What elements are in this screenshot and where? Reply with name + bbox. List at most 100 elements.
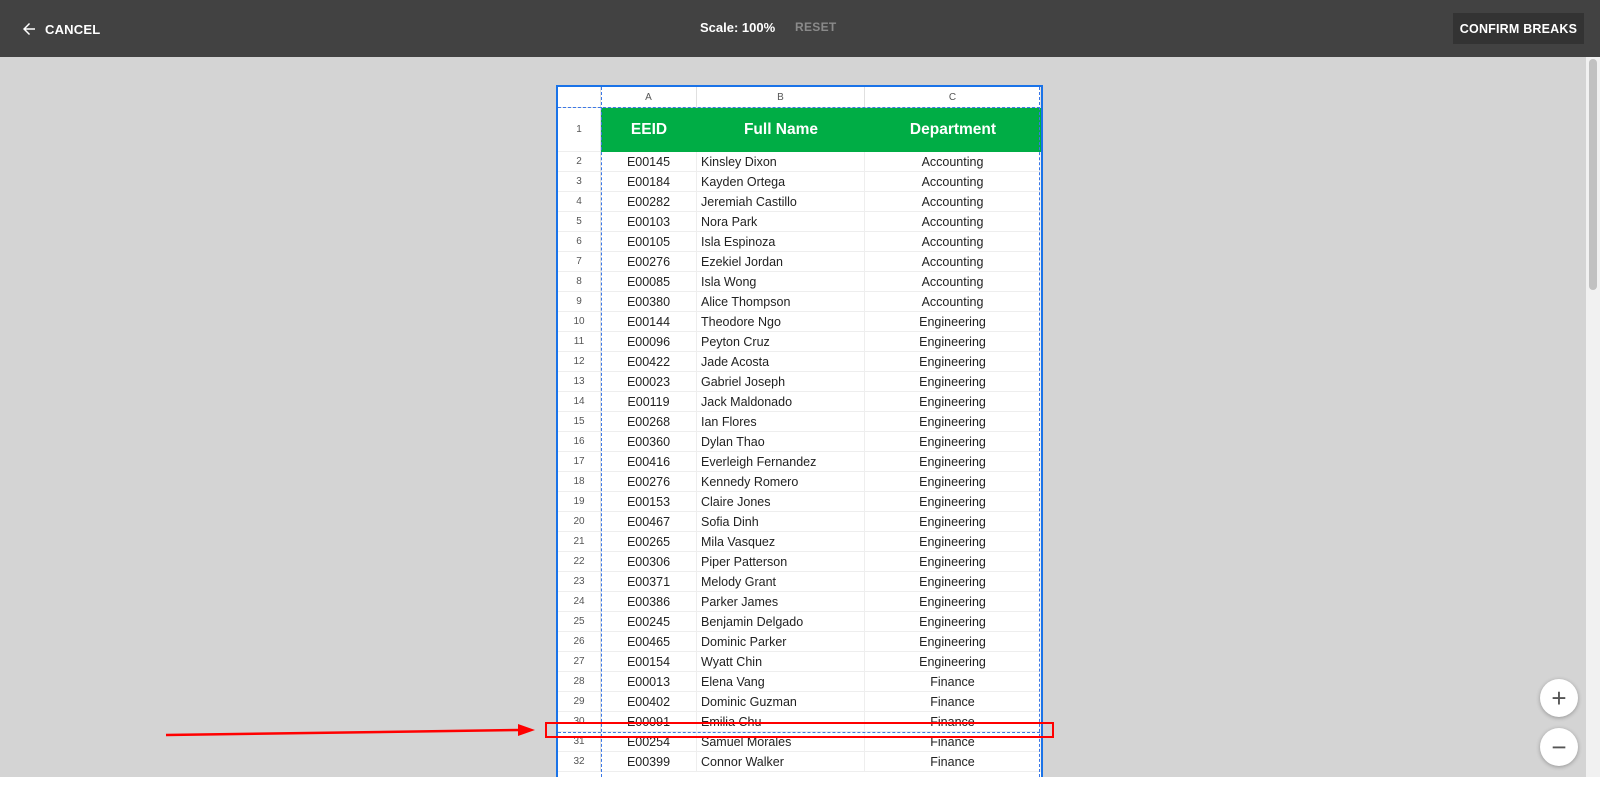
cell-eeid: E00465: [601, 632, 697, 652]
cell-eeid: E00360: [601, 432, 697, 452]
cell-full-name: Claire Jones: [697, 492, 865, 512]
zoom-out-button[interactable]: −: [1540, 728, 1578, 766]
cell-eeid: E00153: [601, 492, 697, 512]
cell-department: Engineering: [865, 312, 1041, 332]
column-header-c: C: [865, 87, 1041, 108]
cell-department: Accounting: [865, 252, 1041, 272]
row-header: 20: [558, 512, 601, 532]
cell-eeid: E00399: [601, 752, 697, 772]
row-header: 10: [558, 312, 601, 332]
cell-eeid: E00105: [601, 232, 697, 252]
row-header: 18: [558, 472, 601, 492]
cell-eeid: E00380: [601, 292, 697, 312]
confirm-breaks-button[interactable]: CONFIRM BREAKS: [1453, 13, 1584, 44]
cell-eeid: E00103: [601, 212, 697, 232]
page-break-left[interactable]: [601, 87, 602, 785]
row-header: 19: [558, 492, 601, 512]
cell-full-name: Kayden Ortega: [697, 172, 865, 192]
cell-full-name: Dylan Thao: [697, 432, 865, 452]
cell-eeid: E00416: [601, 452, 697, 472]
reset-button[interactable]: RESET: [795, 20, 837, 34]
cell-eeid: E00154: [601, 652, 697, 672]
cell-full-name: Jack Maldonado: [697, 392, 865, 412]
cell-eeid: E00144: [601, 312, 697, 332]
cell-full-name: Ian Flores: [697, 412, 865, 432]
cell-full-name: Kinsley Dixon: [697, 152, 865, 172]
corner-header: [558, 87, 601, 108]
cell-eeid: E00145: [601, 152, 697, 172]
cell-eeid: E00402: [601, 692, 697, 712]
row-header: 12: [558, 352, 601, 372]
cell-eeid: E00422: [601, 352, 697, 372]
header-full-name: Full Name: [743, 121, 819, 138]
row-header: 6: [558, 232, 601, 252]
cell-full-name: Peyton Cruz: [697, 332, 865, 352]
cell-department: Engineering: [865, 532, 1041, 552]
cell-full-name: Theodore Ngo: [697, 312, 865, 332]
cell-eeid: E00245: [601, 612, 697, 632]
row-header: 22: [558, 552, 601, 572]
cell-full-name: Dominic Parker: [697, 632, 865, 652]
zoom-in-button[interactable]: +: [1540, 679, 1578, 717]
cell-full-name: Piper Patterson: [697, 552, 865, 572]
cell-eeid: E00276: [601, 472, 697, 492]
cell-eeid: E00371: [601, 572, 697, 592]
cell-full-name: Jade Acosta: [697, 352, 865, 372]
cell-department: Engineering: [865, 512, 1041, 532]
row-header: 15: [558, 412, 601, 432]
cancel-button[interactable]: CANCEL: [20, 18, 100, 40]
row-header: 28: [558, 672, 601, 692]
cell-full-name: Sofia Dinh: [697, 512, 865, 532]
row-header: 3: [558, 172, 601, 192]
cell-department: Engineering: [865, 432, 1041, 452]
row-header: 25: [558, 612, 601, 632]
annotation-highlight-box: [545, 722, 1054, 738]
print-preview-sheet: A B C 1 EEID Full Name Department 2 E0014…: [556, 85, 1043, 785]
cell-department: Accounting: [865, 292, 1041, 312]
cell-department: Accounting: [865, 172, 1041, 192]
vertical-scrollbar[interactable]: [1586, 57, 1600, 777]
cell-eeid: E00268: [601, 412, 697, 432]
cell-full-name: Dominic Guzman: [697, 692, 865, 712]
row-header: 2: [558, 152, 601, 172]
row-header: 23: [558, 572, 601, 592]
cell-department: Engineering: [865, 392, 1041, 412]
cell-full-name: Nora Park: [697, 212, 865, 232]
header-eeid: EEID: [630, 121, 668, 138]
cell-department: Finance: [865, 752, 1041, 772]
cell-department: Accounting: [865, 212, 1041, 232]
cell-eeid: E00467: [601, 512, 697, 532]
cell-department: Engineering: [865, 372, 1041, 392]
cell-department: Engineering: [865, 612, 1041, 632]
row-header: 1: [558, 108, 601, 152]
cell-department: Engineering: [865, 332, 1041, 352]
row-header: 9: [558, 292, 601, 312]
row-header: 27: [558, 652, 601, 672]
cell-full-name: Elena Vang: [697, 672, 865, 692]
cell-eeid: E00386: [601, 592, 697, 612]
scrollbar-thumb[interactable]: [1589, 59, 1597, 290]
table-header-row: EEID Full Name Department: [601, 108, 1041, 152]
cell-full-name: Gabriel Joseph: [697, 372, 865, 392]
cell-eeid: E00119: [601, 392, 697, 412]
cell-department: Engineering: [865, 452, 1041, 472]
cell-department: Engineering: [865, 552, 1041, 572]
cell-eeid: E00306: [601, 552, 697, 572]
row-header: 17: [558, 452, 601, 472]
cell-department: Accounting: [865, 272, 1041, 292]
bottom-bar: [0, 777, 1600, 788]
page-break-top[interactable]: [558, 107, 1041, 108]
row-header: 13: [558, 372, 601, 392]
row-header: 16: [558, 432, 601, 452]
cell-department: Engineering: [865, 472, 1041, 492]
page-break-right[interactable]: [1039, 87, 1040, 785]
cell-department: Finance: [865, 692, 1041, 712]
top-toolbar: CANCEL Scale: 100% RESET CONFIRM BREAKS: [0, 0, 1600, 57]
cell-department: Engineering: [865, 572, 1041, 592]
row-header: 11: [558, 332, 601, 352]
cell-eeid: E00282: [601, 192, 697, 212]
cell-full-name: Parker James: [697, 592, 865, 612]
cell-full-name: Ezekiel Jordan: [697, 252, 865, 272]
cell-department: Accounting: [865, 152, 1041, 172]
column-header-a: A: [601, 87, 697, 108]
